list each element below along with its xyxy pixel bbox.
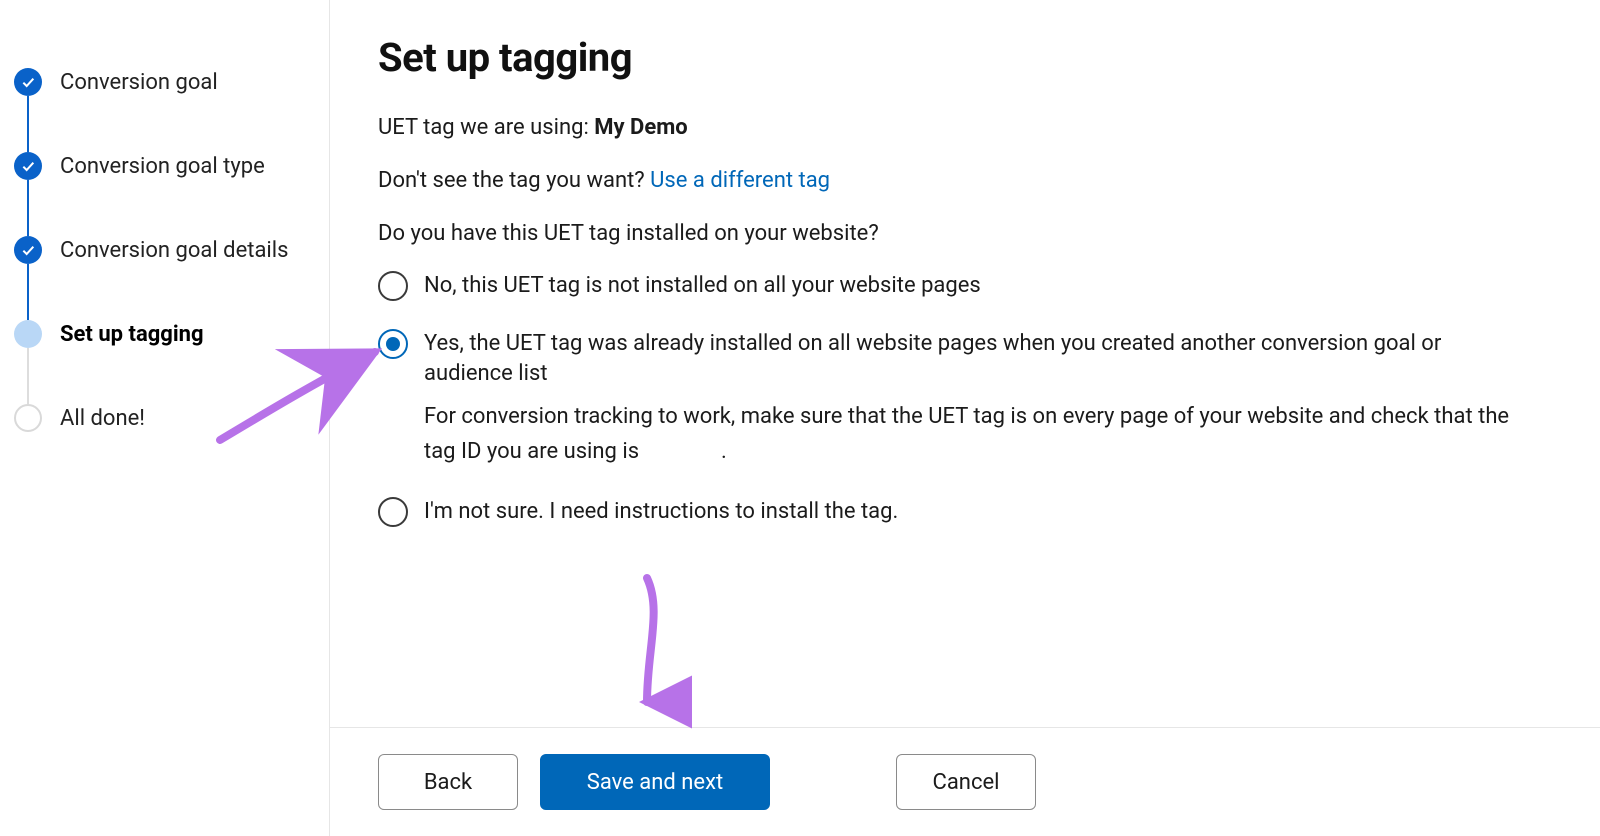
different-tag-line: Don't see the tag you want? Use a differ…: [378, 166, 1600, 197]
step-conversion-goal-type[interactable]: Conversion goal type: [14, 124, 319, 208]
uet-tag-prefix: UET tag we are using:: [378, 115, 594, 140]
install-question: Do you have this UET tag installed on yo…: [378, 219, 1600, 250]
step-conversion-goal-details[interactable]: Conversion goal details: [14, 208, 319, 292]
pending-step-icon: [14, 404, 42, 432]
different-tag-prefix: Don't see the tag you want?: [378, 168, 650, 193]
uet-tag-name: My Demo: [594, 115, 687, 140]
step-label: Set up tagging: [60, 322, 204, 347]
use-different-tag-link[interactable]: Use a different tag: [650, 168, 830, 193]
check-icon: [14, 68, 42, 96]
option-yes-label: Yes, the UET tag was already installed o…: [424, 331, 1441, 386]
back-button[interactable]: Back: [378, 754, 518, 810]
step-label: All done!: [60, 406, 145, 431]
cancel-button[interactable]: Cancel: [896, 754, 1036, 810]
current-step-icon: [14, 320, 42, 348]
option-not-sure[interactable]: I'm not sure. I need instructions to ins…: [378, 497, 1600, 527]
option-yes-subtext: For conversion tracking to work, make su…: [424, 399, 1524, 469]
step-conversion-goal[interactable]: Conversion goal: [14, 40, 319, 124]
main-content: Set up tagging UET tag we are using: My …: [330, 0, 1600, 727]
step-label: Conversion goal details: [60, 238, 288, 263]
step-label: Conversion goal: [60, 70, 218, 95]
radio-icon[interactable]: [378, 497, 408, 527]
radio-icon[interactable]: [378, 329, 408, 359]
save-and-next-button[interactable]: Save and next: [540, 754, 770, 810]
wizard-stepper: Conversion goal Conversion goal type Con…: [0, 0, 330, 836]
footer-actions: Back Save and next Cancel: [330, 727, 1600, 836]
check-icon: [14, 152, 42, 180]
step-set-up-tagging[interactable]: Set up tagging: [14, 292, 319, 376]
option-no[interactable]: No, this UET tag is not installed on all…: [378, 271, 1600, 301]
page-title: Set up tagging: [378, 34, 1600, 81]
step-label: Conversion goal type: [60, 154, 265, 179]
uet-tag-line: UET tag we are using: My Demo: [378, 113, 1600, 144]
radio-icon[interactable]: [378, 271, 408, 301]
option-not-sure-label: I'm not sure. I need instructions to ins…: [424, 497, 898, 527]
option-no-label: No, this UET tag is not installed on all…: [424, 271, 981, 301]
option-yes[interactable]: Yes, the UET tag was already installed o…: [378, 329, 1600, 469]
step-all-done: All done!: [14, 376, 319, 460]
check-icon: [14, 236, 42, 264]
